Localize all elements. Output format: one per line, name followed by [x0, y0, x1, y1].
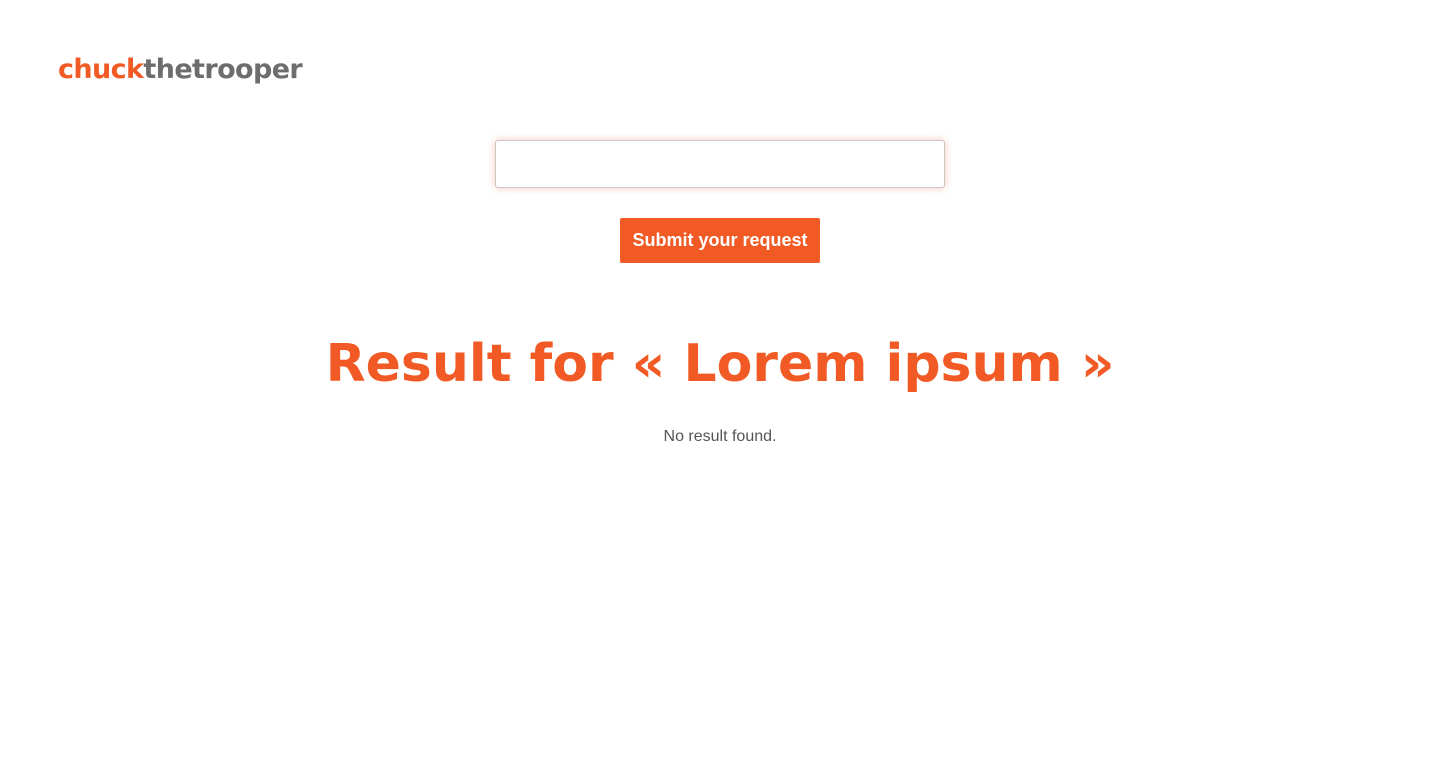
logo-text-chuck: chuck	[58, 54, 144, 85]
no-result-message: No result found.	[663, 428, 777, 445]
logo-text-thetrooper: thetrooper	[143, 54, 303, 85]
result-heading: Result for « Lorem ipsum »	[325, 334, 1115, 394]
submit-request-button[interactable]: Submit your request	[620, 218, 820, 263]
brand-logo[interactable]: chuckthetrooper	[58, 50, 303, 90]
search-input[interactable]	[495, 140, 945, 188]
